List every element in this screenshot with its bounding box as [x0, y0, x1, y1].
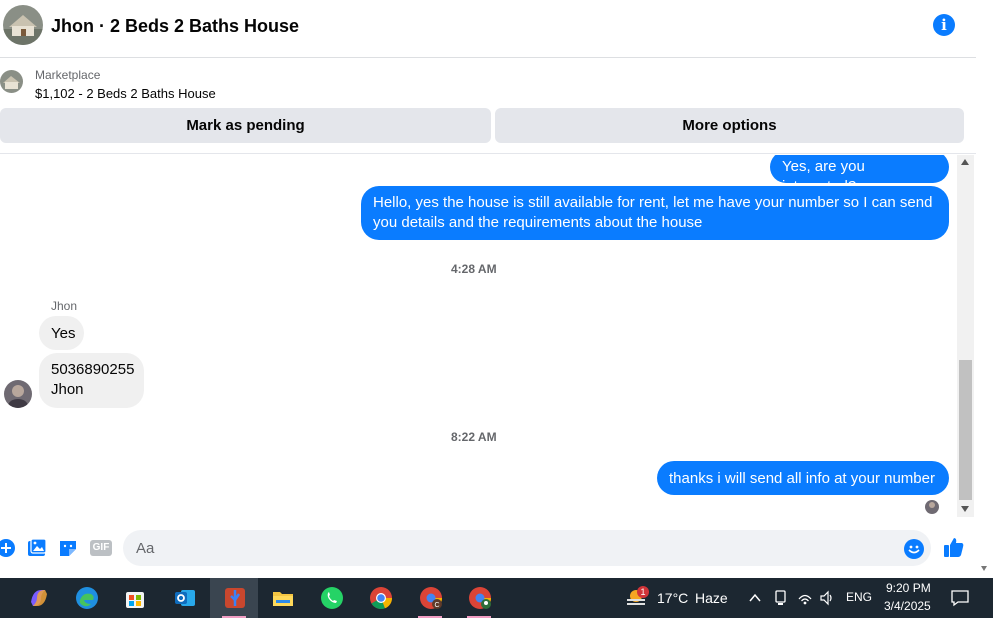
- windows-taskbar: C 1 17°C Haze ENG 9:20 PM 3/4/2025: [0, 578, 993, 618]
- message-line: 5036890255: [51, 361, 135, 378]
- mark-as-pending-button[interactable]: Mark as pending: [0, 108, 491, 143]
- weather-temperature[interactable]: 17°C: [657, 590, 688, 606]
- message-outgoing[interactable]: thanks i will send all info at your numb…: [657, 461, 949, 495]
- notifications-icon[interactable]: [950, 589, 970, 607]
- add-plus-icon[interactable]: [0, 538, 16, 558]
- gif-icon[interactable]: GIF: [90, 540, 112, 556]
- conversation-header: Jhon · 2 Beds 2 Baths House i: [0, 0, 976, 58]
- sticker-icon[interactable]: [58, 538, 78, 558]
- message-incoming[interactable]: Yes: [39, 316, 84, 350]
- scroll-down-arrow-icon[interactable]: [961, 506, 969, 512]
- more-options-button[interactable]: More options: [495, 108, 964, 143]
- svg-text:C: C: [434, 602, 439, 609]
- volume-icon[interactable]: [819, 589, 835, 607]
- listing-thumbnail[interactable]: [0, 70, 23, 93]
- network-icon[interactable]: [797, 589, 813, 607]
- thumbs-up-icon[interactable]: [943, 536, 965, 558]
- timestamp: 8:22 AM: [451, 430, 497, 444]
- microsoft-store-icon[interactable]: [110, 578, 158, 618]
- info-icon[interactable]: i: [933, 14, 955, 36]
- scrollbar-thumb[interactable]: [959, 360, 972, 500]
- chrome-icon[interactable]: [356, 578, 404, 618]
- chrome-profile-c-icon[interactable]: C: [406, 578, 454, 618]
- message-outgoing[interactable]: Hello, yes the house is still available …: [361, 186, 949, 240]
- weather-notification-badge: 1: [637, 586, 649, 598]
- message-line: Jhon: [51, 381, 84, 398]
- sender-name: Jhon: [51, 299, 78, 313]
- clock-time[interactable]: 9:20 PM: [886, 581, 931, 595]
- active-app-icon[interactable]: [210, 578, 258, 618]
- copilot-icon[interactable]: [14, 578, 62, 618]
- whatsapp-icon[interactable]: [307, 578, 355, 618]
- listing-title[interactable]: $1,102 - 2 Beds 2 Baths House: [35, 86, 216, 101]
- device-icon[interactable]: [773, 589, 789, 607]
- outlook-icon[interactable]: [160, 578, 208, 618]
- clock-date[interactable]: 3/4/2025: [884, 599, 931, 613]
- scroll-down-arrow-icon[interactable]: [981, 566, 987, 571]
- messenger-window: Jhon · 2 Beds 2 Baths House i Marketplac…: [0, 0, 993, 578]
- seen-avatar: [925, 500, 939, 514]
- scroll-up-arrow-icon[interactable]: [961, 159, 969, 165]
- sender-avatar[interactable]: [4, 380, 32, 408]
- message-outgoing[interactable]: Yes, are you interested?: [770, 155, 949, 195]
- message-composer: GIF: [0, 525, 976, 571]
- timestamp: 4:28 AM: [451, 262, 497, 276]
- photo-icon[interactable]: [27, 538, 47, 558]
- emoji-icon[interactable]: [904, 539, 924, 559]
- marketplace-label: Marketplace: [35, 68, 101, 82]
- contact-avatar[interactable]: [3, 5, 43, 45]
- file-explorer-icon[interactable]: [258, 578, 306, 618]
- message-list: Yes, are you interested? Hello, yes the …: [0, 155, 957, 517]
- chrome-profile-icon[interactable]: [455, 578, 503, 618]
- input-language[interactable]: ENG: [846, 590, 872, 604]
- chat-scrollbar[interactable]: [957, 155, 974, 517]
- message-input[interactable]: [123, 530, 931, 566]
- conversation-title[interactable]: Jhon · 2 Beds 2 Baths House: [51, 16, 299, 37]
- edge-browser-icon[interactable]: [62, 578, 110, 618]
- message-incoming[interactable]: 5036890255 Jhon: [39, 353, 144, 408]
- marketplace-listing-card: Marketplace $1,102 - 2 Beds 2 Baths Hous…: [0, 58, 976, 154]
- page-scrollbar[interactable]: [976, 0, 993, 578]
- show-hidden-icons-chevron-icon[interactable]: [748, 591, 762, 605]
- weather-description[interactable]: Haze: [695, 590, 728, 606]
